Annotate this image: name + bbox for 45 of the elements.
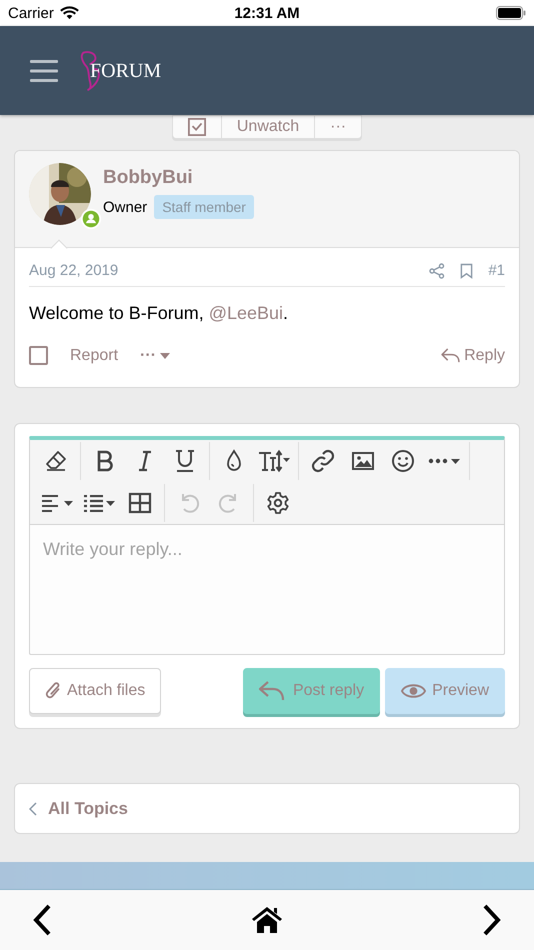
- gear-icon: [266, 491, 290, 515]
- preview-button[interactable]: Preview: [385, 668, 505, 714]
- select-checkbox[interactable]: [29, 346, 48, 365]
- carrier-label: Carrier: [8, 4, 54, 22]
- wifi-icon: [60, 6, 79, 20]
- chevron-left-icon: [29, 802, 37, 816]
- image-icon: [351, 449, 375, 473]
- menu-icon[interactable]: [30, 60, 58, 82]
- reply-field[interactable]: Write your reply...: [29, 524, 505, 655]
- user-title: Owner: [103, 198, 148, 216]
- list-icon: [82, 494, 116, 512]
- caret-icon: [160, 352, 170, 358]
- share-icon[interactable]: [429, 262, 446, 278]
- eye-icon: [401, 683, 426, 699]
- logo-text: FORUM: [90, 60, 162, 83]
- author-name[interactable]: BobbyBui: [103, 167, 254, 189]
- more-dots: ···: [140, 346, 156, 364]
- reply-icon: [258, 681, 285, 701]
- bookmark-icon[interactable]: [460, 262, 474, 278]
- more-button[interactable]: ···: [314, 116, 362, 138]
- battery-icon: [496, 6, 526, 20]
- report-link[interactable]: Report: [70, 346, 118, 364]
- home-icon[interactable]: [251, 906, 283, 934]
- staff-badge: Staff member: [154, 195, 254, 219]
- smiley-icon: [391, 449, 415, 473]
- underline-icon: [173, 449, 197, 473]
- checkbox-icon: [188, 118, 206, 136]
- text-size-icon: [258, 449, 290, 473]
- more-menu[interactable]: ···: [140, 346, 170, 364]
- align-icon: [40, 494, 74, 512]
- more-icon: [427, 458, 461, 464]
- post-number[interactable]: #1: [488, 262, 505, 279]
- reply-icon: [441, 348, 460, 363]
- post-date[interactable]: Aug 22, 2019: [29, 262, 118, 279]
- status-time: 12:31 AM: [234, 4, 300, 22]
- all-topics-link[interactable]: All Topics: [29, 798, 128, 818]
- post-message: Welcome to B-Forum, @LeeBui.: [29, 302, 290, 324]
- link-icon: [311, 449, 335, 473]
- table-icon: [128, 491, 152, 515]
- eraser-icon: [44, 449, 68, 473]
- reply-link[interactable]: Reply: [441, 346, 505, 364]
- mention-link[interactable]: @LeeBui: [208, 303, 284, 323]
- unwatch-button[interactable]: Unwatch: [220, 116, 314, 138]
- attach-files-button[interactable]: Attach files: [29, 668, 162, 714]
- post-reply-button[interactable]: Post reply: [242, 668, 380, 714]
